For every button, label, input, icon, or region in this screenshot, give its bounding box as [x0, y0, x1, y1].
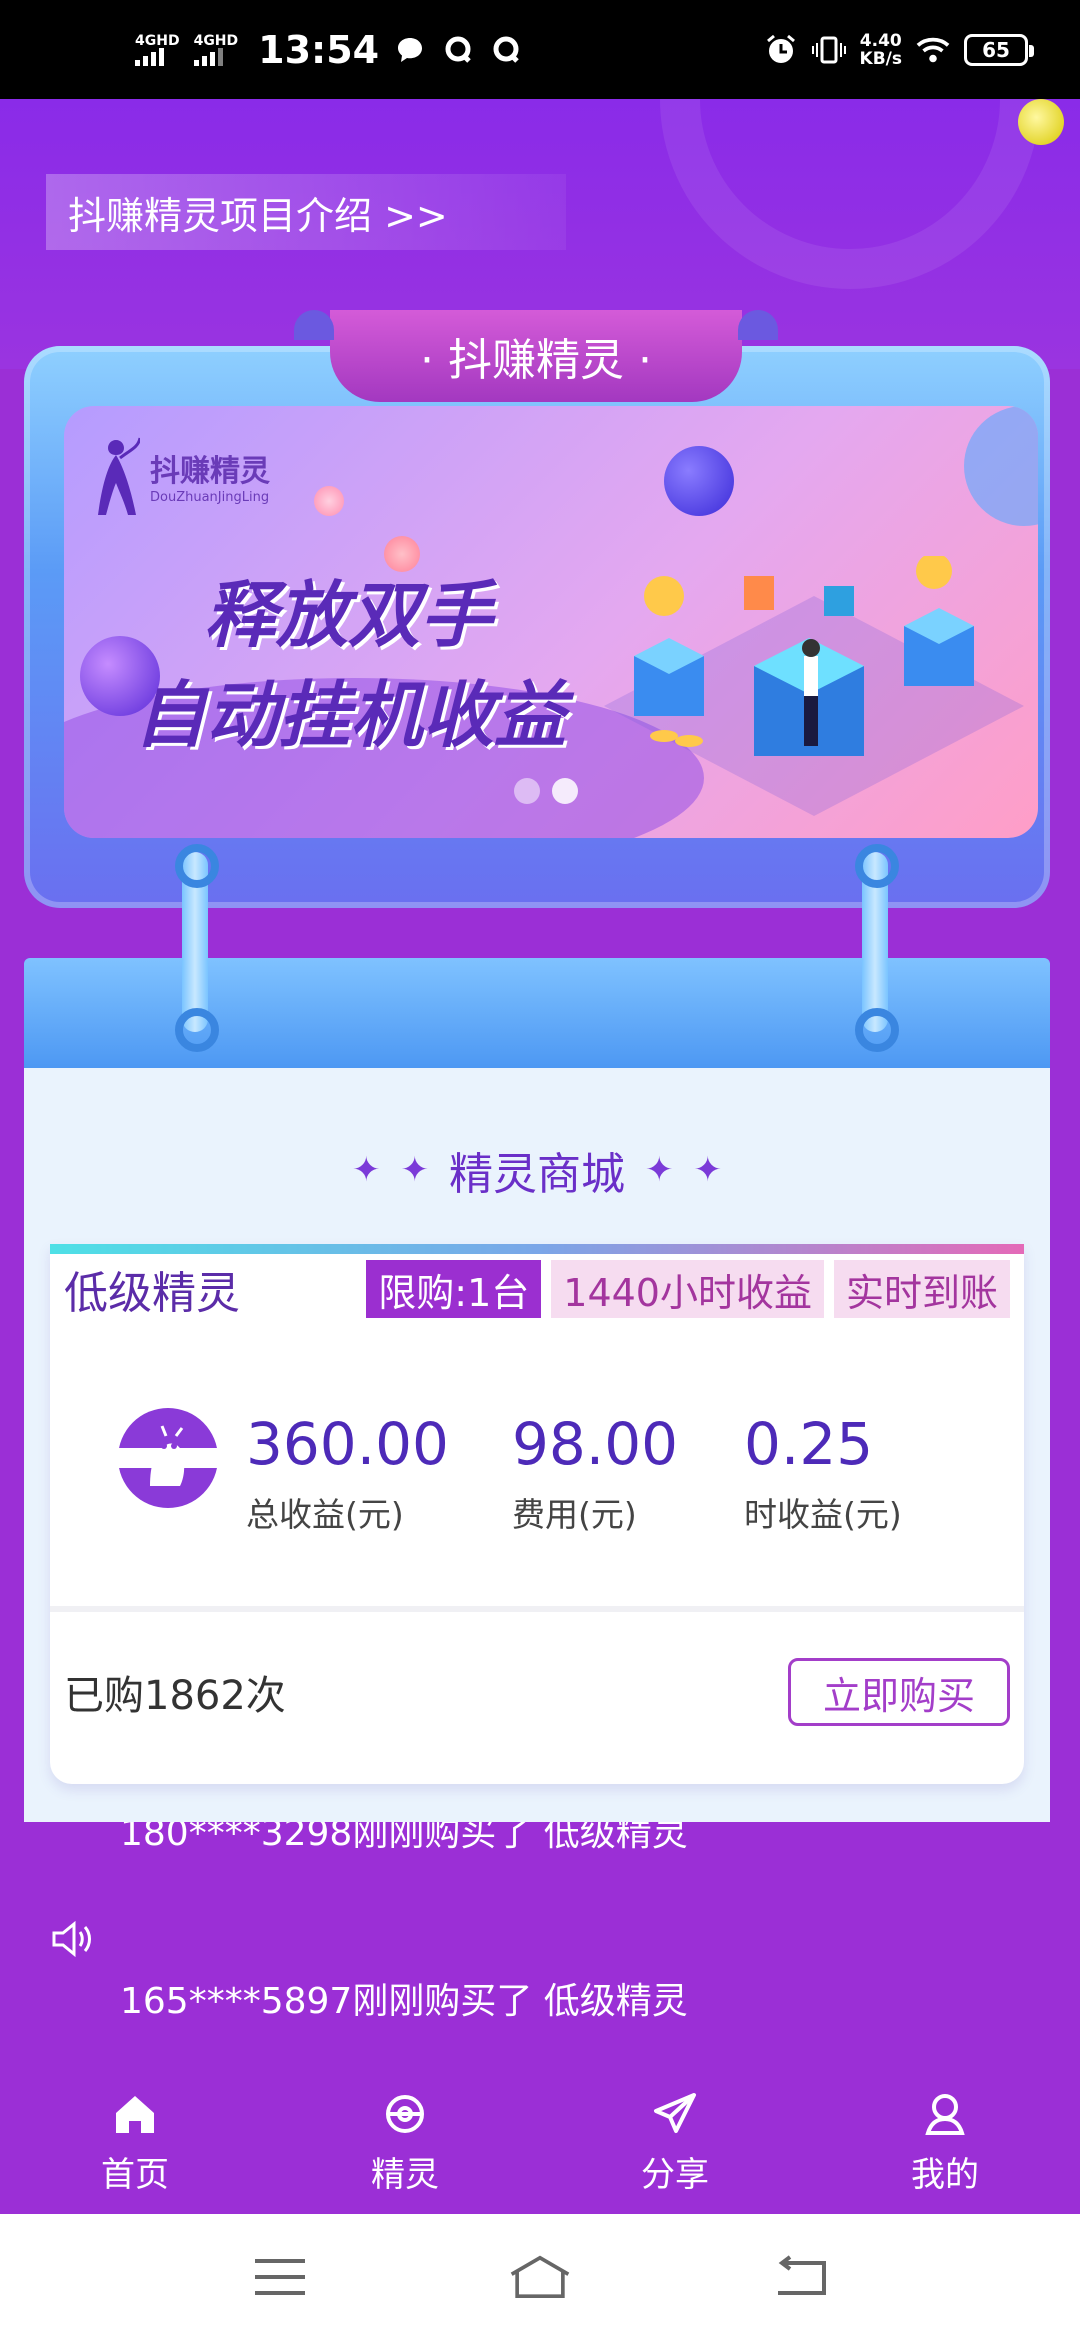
menu-icon [255, 2259, 305, 2295]
signal-bars-icon [193, 47, 223, 66]
sprite-shop: ✦ ✦ 精灵商城 ✦ ✦ 低级精灵 限购:1台 1440小时收益 实时到账 36… [24, 1068, 1050, 1822]
profile-icon [925, 2093, 965, 2135]
speed-value: 4.40 [859, 30, 902, 51]
sprite-icon [386, 2094, 424, 2133]
instant-payout-tag: 实时到账 [833, 1260, 1010, 1318]
pager-dot[interactable] [514, 778, 540, 804]
decor-bubble [964, 406, 1038, 526]
banner-pager [514, 778, 578, 804]
card-accent-strip [50, 1244, 1024, 1254]
pole-ring [855, 1008, 899, 1052]
decor-bubble [314, 486, 344, 516]
sparkle-icon: ✦ [352, 1150, 381, 1190]
tab-label: 我的 [911, 2154, 979, 2195]
network-speed: 4.40 KB/s [860, 32, 902, 68]
back-icon [778, 2255, 826, 2295]
project-intro-label: 抖赚精灵项目介绍 >> [68, 193, 448, 238]
crypto-platform-illustration [604, 556, 1024, 816]
product-footer: 已购1862次 立即购买 [50, 1612, 1024, 1772]
stat-total-earnings: 360.00 总收益(元) [246, 1410, 449, 1536]
signal-bars-icon [135, 47, 164, 66]
stat-value: 98.00 [512, 1410, 679, 1478]
ticker-line: 180****3298刚刚购买了 低级精灵 [120, 1822, 688, 1854]
speaker-icon [52, 1920, 91, 1958]
banner-slogan-line2: 自动挂机收益 [134, 673, 567, 757]
tab-share[interactable]: 分享 [540, 2070, 810, 2214]
qq-icon [489, 33, 523, 67]
decor-ring [660, 99, 1040, 289]
home-outline-icon [510, 2255, 570, 2299]
tab-label: 分享 [641, 2154, 709, 2195]
battery-icon: 65 [964, 33, 1034, 66]
network-type-2: 4GHD [193, 32, 239, 49]
promo-banner[interactable]: 抖赚精灵 DouZhuanJingLing 释放双手 自动挂机收益 [64, 406, 1038, 838]
decor-bubble [664, 446, 734, 516]
shop-header: ✦ ✦ 精灵商城 ✦ ✦ [24, 1138, 1050, 1202]
purchase-ticker: 180****3298刚刚购买了 低级精灵 165****5897刚刚购买了 低… [0, 1822, 1080, 2022]
earning-period-tag: 1440小时收益 [551, 1260, 824, 1318]
sprite-product-icon [116, 1408, 220, 1508]
sparkle-icon: ✦ [400, 1150, 430, 1190]
fairy-icon [98, 437, 140, 515]
buy-now-button[interactable]: 立即购买 [788, 1658, 1010, 1726]
battery-level: 65 [982, 37, 1010, 62]
tab-profile[interactable]: 我的 [810, 2070, 1080, 2214]
signal-sim2: 4GHD [193, 32, 239, 66]
product-body: 360.00 总收益(元) 98.00 费用(元) 0.25 时收益(元) [50, 1324, 1024, 1606]
sparkle-icon: ✦ [693, 1150, 723, 1190]
product-header: 低级精灵 限购:1台 1440小时收益 实时到账 [50, 1254, 1024, 1324]
network-type-1: 4GHD [135, 32, 180, 49]
banner-logo-name: 抖赚精灵 [150, 453, 270, 489]
tab-label: 首页 [101, 2154, 169, 2195]
stat-value: 0.25 [744, 1410, 874, 1478]
purchase-count: 已购1862次 [64, 1673, 286, 1719]
bottom-tab-bar: 首页 精灵 分享 我的 [0, 2070, 1080, 2214]
purchase-limit-tag: 限购:1台 [366, 1260, 542, 1318]
pole-ring [855, 844, 899, 888]
status-left: 4GHD 4GHD 13:54 [135, 28, 523, 72]
stat-cost: 98.00 费用(元) [512, 1410, 678, 1536]
banner-slogan-line1: 释放双手 [204, 573, 493, 657]
stat-label: 时收益(元) [744, 1495, 902, 1534]
home-nav-button[interactable] [508, 2249, 572, 2305]
banner-logo: 抖赚精灵 DouZhuanJingLing [94, 430, 270, 520]
pole-ring [175, 844, 219, 888]
tab-home[interactable]: 首页 [0, 2070, 270, 2214]
tab-sprite[interactable]: 精灵 [270, 2070, 540, 2214]
sparkle-icon: ✦ [645, 1150, 674, 1190]
stat-label: 费用(元) [512, 1495, 637, 1534]
shop-title: 精灵商城 [449, 1149, 625, 1200]
shelf-top [24, 958, 1050, 1068]
pole-ring [175, 1008, 219, 1052]
banner-logo-pinyin: DouZhuanJingLing [150, 489, 270, 505]
status-right: 4.40 KB/s 65 [764, 32, 1034, 68]
stat-value: 360.00 [246, 1410, 449, 1478]
speed-unit: KB/s [859, 48, 902, 69]
stat-label: 总收益(元) [246, 1495, 404, 1534]
back-button[interactable] [768, 2249, 832, 2305]
signal-sim1: 4GHD [135, 34, 180, 66]
stat-hourly-earnings: 0.25 时收益(元) [744, 1410, 902, 1536]
share-icon [654, 2092, 696, 2133]
alarm-icon [764, 33, 798, 67]
vibrate-icon [811, 33, 846, 67]
ticker-line: 165****5897刚刚购买了 低级精灵 [120, 1981, 688, 2022]
product-card: 低级精灵 限购:1台 1440小时收益 实时到账 360.00 总收益(元) 9… [50, 1244, 1024, 1784]
pager-dot-active[interactable] [552, 778, 578, 804]
project-intro-link[interactable]: 抖赚精灵项目介绍 >> [46, 174, 566, 250]
menu-button[interactable] [248, 2249, 312, 2305]
wifi-icon [916, 33, 950, 67]
status-bar: 4GHD 4GHD 13:54 4.40 KB/s 65 [0, 0, 1080, 99]
system-nav-bar [0, 2214, 1080, 2340]
clock: 13:54 [258, 27, 380, 72]
board-title-tab: · 抖赚精灵 · [294, 310, 778, 402]
decor-ball [1018, 99, 1064, 145]
qq-icon [441, 33, 475, 67]
product-name: 低级精灵 [64, 1268, 240, 1319]
tab-label: 精灵 [371, 2154, 439, 2195]
board-title: · 抖赚精灵 · [420, 335, 652, 386]
home-icon [116, 2095, 154, 2133]
chat-bubble-icon [393, 33, 427, 67]
